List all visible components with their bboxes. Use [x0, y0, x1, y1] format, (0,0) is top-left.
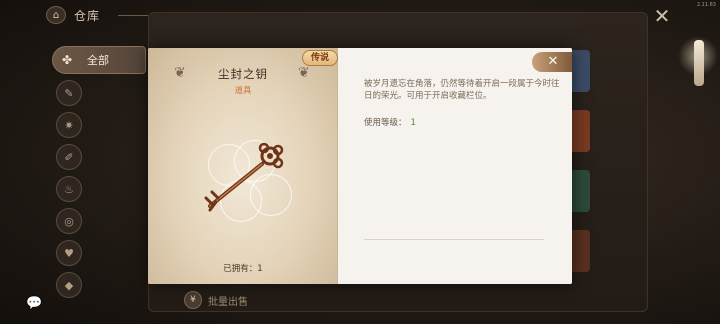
title-divider — [118, 15, 148, 16]
close-dialog-button[interactable]: ✕ — [532, 52, 572, 72]
item-image — [190, 134, 296, 226]
item-detail-dialog: ❦ ❦ 尘封之钥 道具 已拥有：1 传说 ✕ 被岁月遗忘在角落，仍然等待着开启一… — [148, 48, 572, 284]
owned-count: 已拥有：1 — [223, 264, 263, 274]
coin-icon: ¥ — [184, 291, 202, 309]
tab-all-label: 全部 — [87, 54, 109, 67]
close-icon[interactable]: ✕ — [652, 6, 672, 26]
item-type: 道具 — [234, 86, 252, 96]
level-label: 使用等级： — [364, 118, 407, 128]
close-x-icon: ✕ — [547, 54, 559, 69]
tool-icon[interactable]: ✎ — [56, 80, 82, 106]
lamp-decoration — [678, 30, 718, 90]
tab-all[interactable]: ✤ 全部 — [52, 46, 146, 74]
level-value: 1 — [410, 118, 416, 128]
item-name: 尘封之钥 — [218, 67, 268, 81]
gear-icon[interactable]: ✷ — [56, 112, 82, 138]
pot-icon[interactable]: ♨ — [56, 176, 82, 202]
batch-sell-label: 批量出售 — [208, 296, 248, 308]
rarity-badge: 传说 — [302, 50, 338, 66]
page-title: 仓库 — [74, 9, 101, 23]
spiral-icon[interactable]: ◎ — [56, 208, 82, 234]
divider — [364, 239, 544, 240]
antique-key-icon — [204, 142, 284, 212]
item-preview-pane: ❦ ❦ 尘封之钥 道具 已拥有：1 — [148, 48, 338, 284]
category-sidebar: ✤ 全部 ✎ ✷ ✐ ♨ ◎ ♥ ◆ — [52, 46, 146, 298]
clover-icon: ✤ — [61, 53, 73, 67]
version-label: 2.11.63 — [696, 2, 716, 8]
badge-icon[interactable]: ♥ — [56, 240, 82, 266]
brush-icon[interactable]: ✐ — [56, 144, 82, 170]
chat-bubble-icon[interactable]: 💬 — [26, 296, 44, 312]
item-description: 被岁月遗忘在角落，仍然等待着开启一段属于今时往日的荣光。可用于开启收藏栏位。 — [364, 79, 560, 101]
level-requirement: 使用等级： 1 — [364, 116, 416, 128]
home-icon[interactable]: ⌂ — [46, 6, 66, 24]
batch-sell-button[interactable]: ¥ 批量出售 — [184, 290, 248, 310]
stamp-icon[interactable]: ◆ — [56, 272, 82, 298]
